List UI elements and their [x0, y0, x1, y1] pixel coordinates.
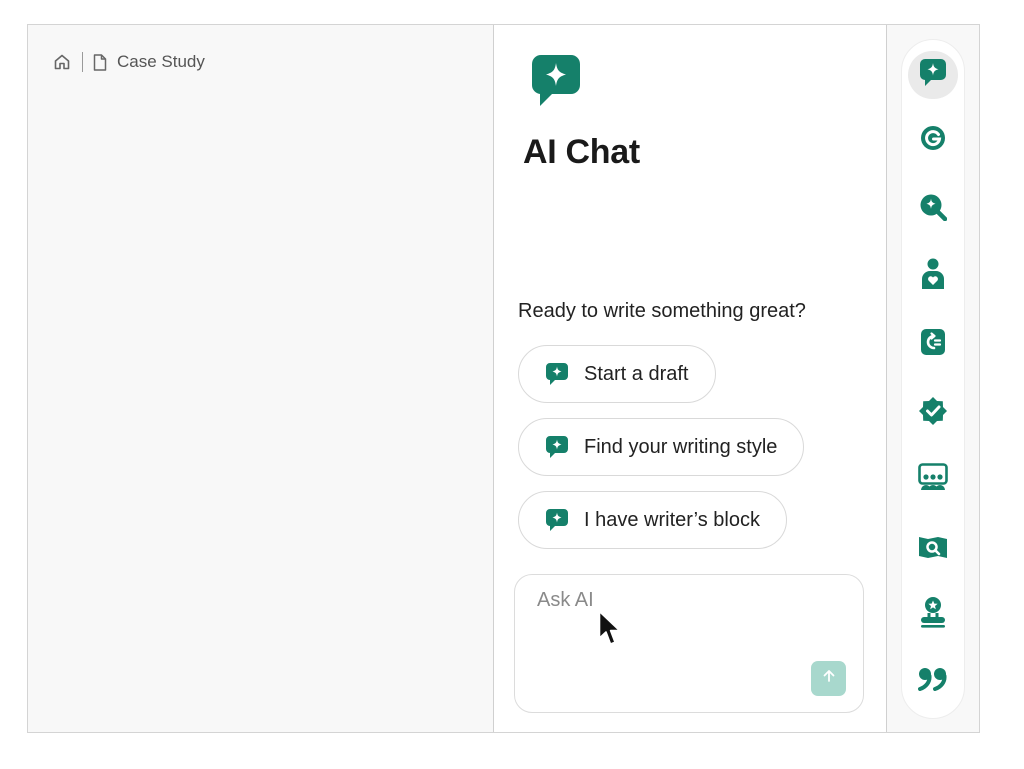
tools-sidebar [887, 25, 979, 732]
rail-item-paraphraser[interactable] [908, 320, 958, 368]
mouse-pointer-icon [598, 610, 624, 655]
suggestion-find-writing-style[interactable]: Find your writing style [518, 418, 805, 476]
expert-review-icon [919, 596, 947, 633]
plagiarism-checker-icon [918, 534, 948, 565]
document-icon [93, 53, 107, 71]
ask-ai-input[interactable] [537, 589, 787, 612]
rail-item-plagiarism-checker[interactable] [908, 525, 958, 573]
rail-item-humanizer[interactable] [908, 252, 958, 300]
ask-ai-box [514, 574, 864, 713]
suggestion-label: Start a draft [584, 362, 689, 385]
rail-item-expert-review[interactable] [908, 590, 958, 638]
paraphraser-icon [920, 328, 946, 361]
sparkle-bubble-icon [546, 436, 568, 458]
prompt-text: Ready to write something great? [518, 300, 806, 322]
citation-quote-icon [918, 667, 948, 696]
sparkle-bubble-icon [546, 509, 568, 531]
ai-chat-panel: AI Chat Ready to write something great? … [494, 25, 887, 732]
rail-item-ai-detector[interactable] [908, 185, 958, 233]
suggestion-writers-block[interactable]: I have writer’s block [518, 491, 787, 549]
humanizer-person-icon [919, 258, 947, 295]
breadcrumb: Case Study [53, 51, 205, 73]
ai-chat-icon [920, 58, 946, 92]
panel-title: AI Chat [523, 133, 640, 171]
breadcrumb-separator [82, 52, 83, 72]
arrow-up-icon [821, 668, 837, 689]
suggestion-label: I have writer’s block [584, 508, 760, 531]
proofreader-badge-check-icon [918, 396, 948, 431]
suggestion-start-draft[interactable]: Start a draft [518, 345, 716, 403]
send-button[interactable] [811, 661, 846, 696]
suggestion-label: Find your writing style [584, 435, 778, 458]
reader-reactions-icon [918, 462, 948, 496]
sparkle-bubble-icon [546, 363, 568, 385]
rail-item-grammar[interactable] [908, 116, 958, 164]
rail-item-reader-reactions[interactable] [908, 455, 958, 503]
rail-item-citations[interactable] [908, 657, 958, 705]
grammarly-g-icon [920, 125, 946, 156]
ai-detector-search-icon [919, 193, 948, 226]
document-title[interactable]: Case Study [117, 52, 205, 72]
home-icon[interactable] [53, 53, 71, 71]
tools-rail [901, 39, 965, 719]
rail-item-proofreader[interactable] [908, 389, 958, 437]
app-window: Case Study AI Chat Ready to write someth… [27, 24, 980, 733]
ai-chat-sparkle-bubble-icon [531, 55, 580, 112]
document-pane: Case Study [28, 25, 494, 732]
rail-item-ai-chat[interactable] [908, 51, 958, 99]
